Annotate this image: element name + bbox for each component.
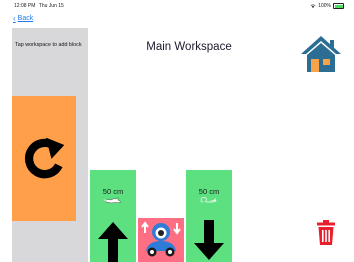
home-icon[interactable] (299, 34, 343, 74)
trash-icon[interactable] (316, 220, 336, 245)
backward-distance: 50 cm (198, 187, 220, 196)
status-date-value: Thu Jun 15 (38, 3, 64, 9)
battery-icon (333, 3, 344, 9)
backward-block[interactable]: 50 cm (186, 170, 232, 262)
arrow-down-icon (194, 220, 224, 260)
status-time: 12:08 PM Thu Jun 15 (14, 3, 64, 9)
forward-block[interactable]: 50 cm (90, 170, 136, 262)
snail-icon (200, 197, 217, 203)
battery-percent: 100% (318, 3, 331, 9)
back-button[interactable]: ‹ Back (13, 14, 34, 23)
turn-arrow-icon (24, 137, 65, 179)
status-right: 100% (310, 3, 344, 9)
turn-block[interactable] (12, 96, 76, 221)
chevron-left-icon: ‹ (13, 14, 16, 23)
arrow-up-icon (98, 222, 128, 262)
status-bar: 12:08 PM Thu Jun 15 100% (0, 0, 354, 12)
back-label: Back (17, 15, 34, 22)
rabbit-icon (103, 197, 121, 204)
robot-lift-block[interactable] (138, 218, 184, 262)
forward-distance: 50 cm (102, 187, 124, 196)
robot-icon (141, 221, 181, 257)
block-palette-sidebar: Tap workspace to add block (12, 28, 88, 262)
status-time-value: 12:08 PM (14, 3, 36, 9)
wifi-icon (310, 4, 316, 8)
